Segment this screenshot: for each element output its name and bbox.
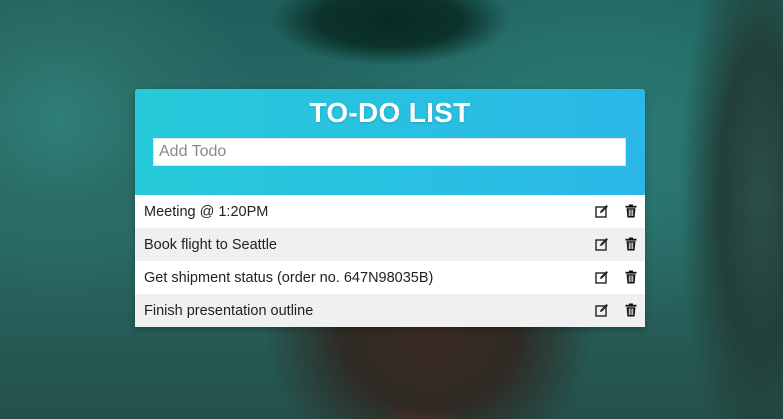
todo-list: Meeting @ 1:20PM Book flight to Seattle … bbox=[135, 195, 645, 327]
trash-icon[interactable] bbox=[623, 203, 639, 219]
list-item: Finish presentation outline bbox=[135, 294, 645, 327]
add-todo-input[interactable] bbox=[153, 138, 626, 166]
edit-icon[interactable] bbox=[594, 236, 610, 252]
todo-text: Book flight to Seattle bbox=[144, 236, 277, 253]
edit-icon[interactable] bbox=[594, 203, 610, 219]
list-item: Book flight to Seattle bbox=[135, 228, 645, 261]
trash-icon[interactable] bbox=[623, 236, 639, 252]
list-item: Meeting @ 1:20PM bbox=[135, 195, 645, 228]
todo-text: Get shipment status (order no. 647N98035… bbox=[144, 269, 434, 286]
card-header: TO-DO LIST bbox=[135, 89, 645, 195]
todo-card: TO-DO LIST Meeting @ 1:20PM Book flight … bbox=[135, 89, 645, 327]
todo-text: Finish presentation outline bbox=[144, 302, 314, 319]
trash-icon[interactable] bbox=[623, 302, 639, 318]
trash-icon[interactable] bbox=[623, 269, 639, 285]
edit-icon[interactable] bbox=[594, 269, 610, 285]
list-item: Get shipment status (order no. 647N98035… bbox=[135, 261, 645, 294]
edit-icon[interactable] bbox=[594, 302, 610, 318]
todo-text: Meeting @ 1:20PM bbox=[144, 203, 269, 220]
page-title: TO-DO LIST bbox=[309, 97, 471, 128]
